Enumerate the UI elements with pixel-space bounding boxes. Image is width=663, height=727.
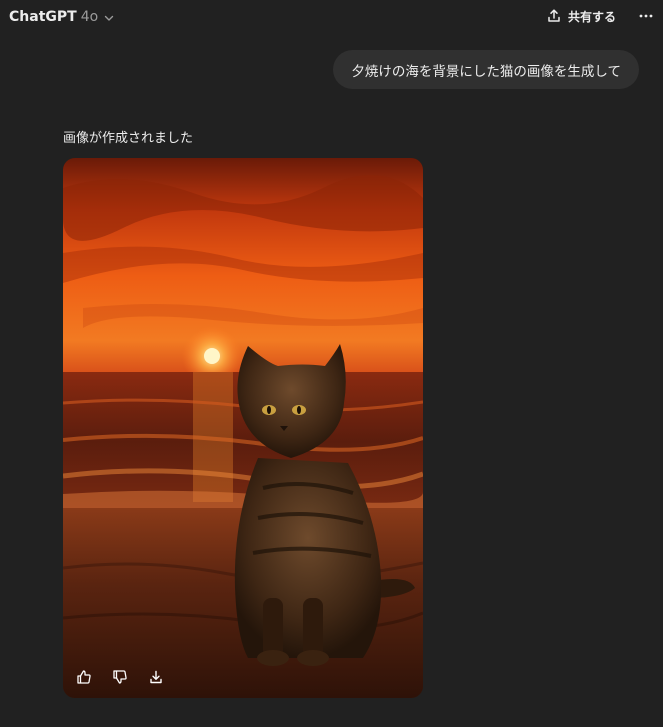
thumbs-up-icon bbox=[77, 670, 91, 684]
generated-image bbox=[63, 158, 423, 698]
image-action-bar bbox=[73, 666, 167, 688]
dislike-button[interactable] bbox=[109, 666, 131, 688]
model-name: ChatGPT bbox=[9, 9, 77, 25]
generated-image-card[interactable] bbox=[63, 158, 423, 698]
model-version: 4o bbox=[80, 9, 99, 25]
chevron-down-icon bbox=[104, 15, 114, 21]
upload-icon bbox=[548, 9, 560, 22]
top-bar: ChatGPT 4o 共有する bbox=[0, 0, 663, 34]
share-label: 共有する bbox=[568, 9, 617, 24]
download-button[interactable] bbox=[145, 666, 167, 688]
assistant-status-text: 画像が作成されました bbox=[63, 131, 194, 146]
chat-app: ChatGPT 4o 共有する 夕焼けの海を背景にした猫の画像を生成して 画像が… bbox=[0, 0, 663, 727]
model-selector[interactable]: ChatGPT 4o bbox=[9, 6, 115, 28]
like-button[interactable] bbox=[73, 666, 95, 688]
thumbs-down-icon bbox=[113, 670, 127, 684]
share-button[interactable]: 共有する bbox=[546, 4, 616, 28]
user-message: 夕焼けの海を背景にした猫の画像を生成して bbox=[333, 50, 639, 89]
download-icon bbox=[150, 670, 162, 684]
more-horizontal-icon bbox=[639, 14, 653, 18]
more-options-button[interactable] bbox=[635, 4, 657, 28]
